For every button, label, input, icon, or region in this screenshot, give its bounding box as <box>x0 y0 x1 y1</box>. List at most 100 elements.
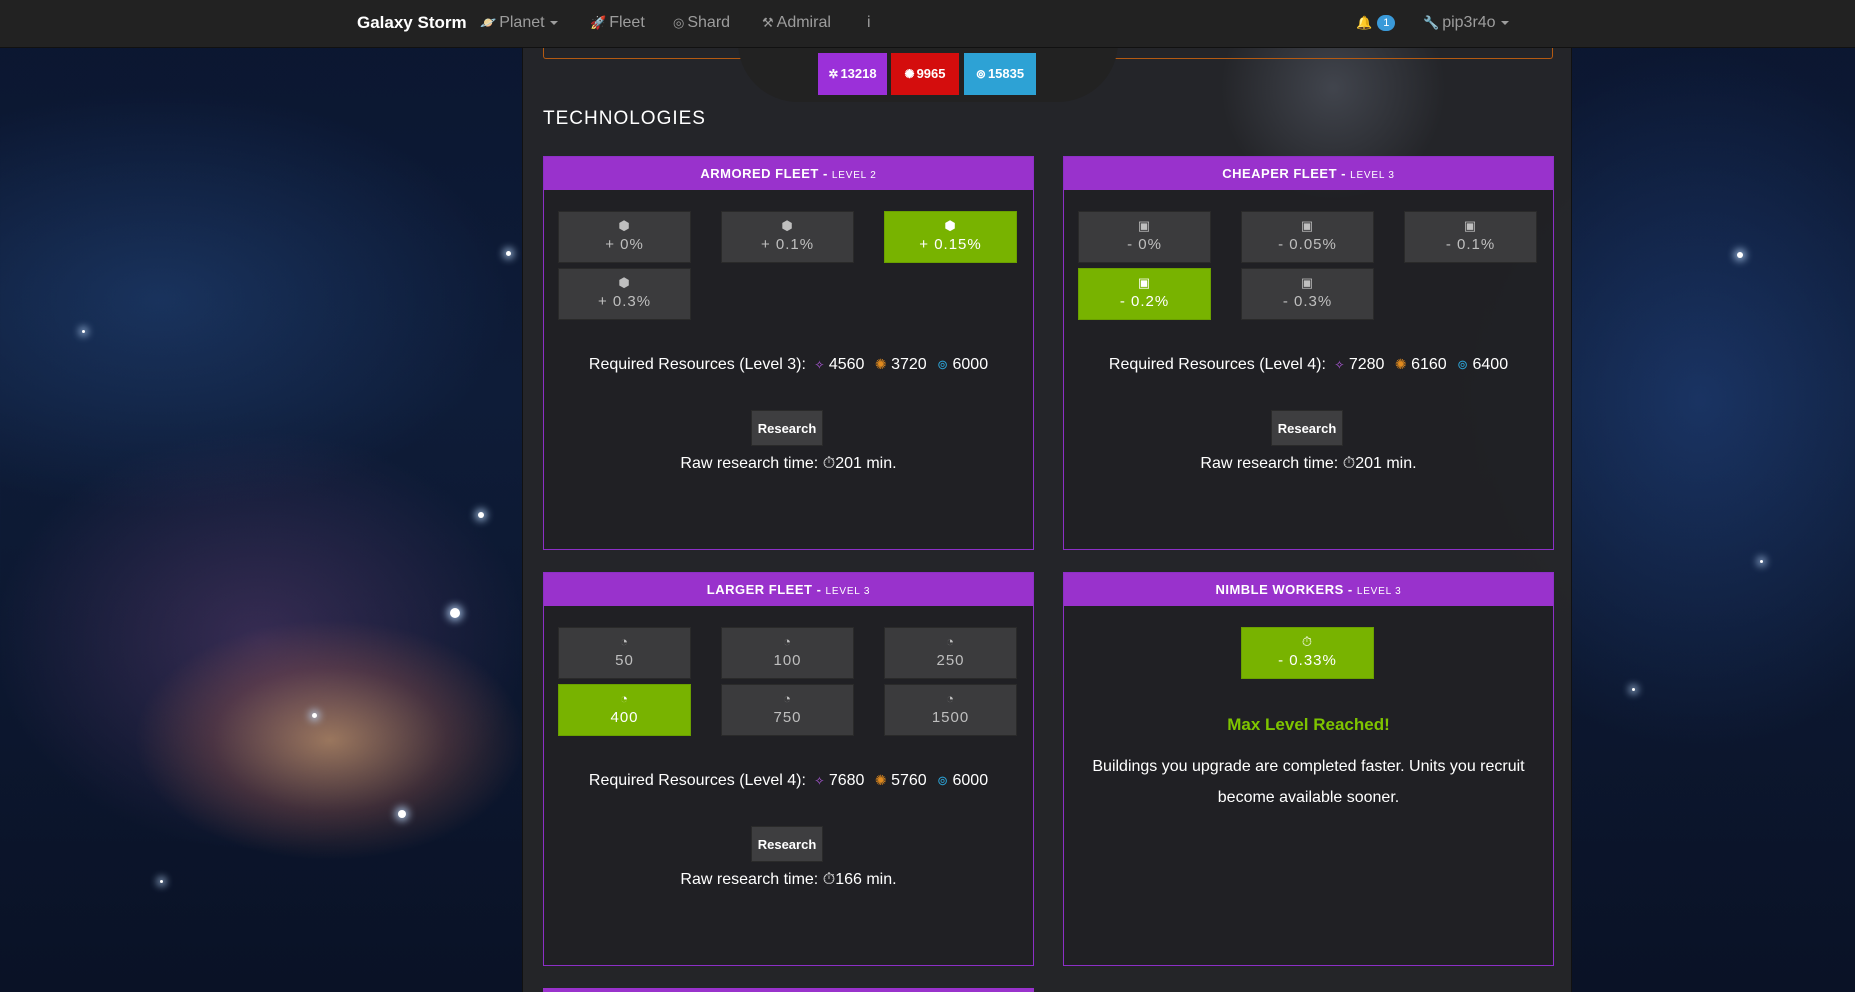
required-resources: Required Resources (Level 4): ✧ 7680 ✺ 5… <box>544 772 1033 790</box>
main-content: TECHNOLOGIES ARMORED FLEET - LEVEL 2 ⬢ + … <box>522 48 1572 992</box>
star <box>478 512 484 518</box>
card-header: NIMBLE WORKERS - LEVEL 3 <box>1064 573 1553 606</box>
crystal-icon: ✲ <box>828 67 839 81</box>
wrench-icon: 🔧 <box>1423 15 1440 30</box>
option-value: - 0.2% <box>1119 293 1170 310</box>
gas-cost: 6000 <box>952 772 989 789</box>
gas-icon: ⊚ <box>937 357 949 372</box>
star <box>82 330 85 333</box>
info-icon[interactable]: i <box>867 0 871 46</box>
star <box>450 608 460 618</box>
option-button[interactable]: ◔ 250 <box>884 627 1017 679</box>
option-value: 750 <box>773 709 802 726</box>
time-value: 201 min. <box>835 455 897 472</box>
metal-resource: ✺ 9965 <box>891 53 959 95</box>
nav-shard[interactable]: ◎ Shard <box>673 0 730 46</box>
option-button[interactable]: ⬢ + 0.3% <box>558 268 691 320</box>
brand-link[interactable]: Galaxy Storm <box>357 0 467 46</box>
tech-card-cheaper-fleet: CHEAPER FLEET - LEVEL 3 ▣ - 0% ▣ - 0.05% ▣… <box>1063 156 1554 550</box>
option-button[interactable]: ▣ - 0.1% <box>1404 211 1537 263</box>
option-button[interactable]: ◔ 50 <box>558 627 691 679</box>
card-header: ARMORED FLEET - LEVEL 2 <box>544 157 1033 190</box>
research-button[interactable]: Research <box>751 410 823 446</box>
star <box>506 251 511 256</box>
option-button-active[interactable]: ◔ 400 <box>558 684 691 736</box>
money-icon: ▣ <box>1137 218 1152 233</box>
card-title: LARGER FLEET <box>706 582 813 597</box>
stopwatch-icon: ⏱ <box>1342 455 1356 472</box>
metal-amount: 9965 <box>916 66 946 81</box>
option-button-active[interactable]: ⏱ - 0.33% <box>1241 627 1374 679</box>
gas-icon: ⊚ <box>1457 357 1469 372</box>
option-button[interactable]: ▣ - 0% <box>1078 211 1211 263</box>
required-label: Required Resources (Level 4): <box>588 772 806 789</box>
star <box>160 880 163 883</box>
option-button[interactable]: ⬢ + 0% <box>558 211 691 263</box>
crystal-icon: ✧ <box>814 358 825 372</box>
notifications-button[interactable]: 🔔 1 <box>1356 0 1396 46</box>
gas-amount: 15835 <box>987 66 1025 81</box>
time-value: 201 min. <box>1355 455 1417 472</box>
money-icon: ▣ <box>1300 275 1315 290</box>
metal-cost: 5760 <box>891 772 927 789</box>
max-level-text: Max Level Reached! <box>1227 715 1390 734</box>
next-card-header <box>543 988 1034 992</box>
option-value: - 0.33% <box>1278 652 1337 669</box>
metal-icon: ✺ <box>874 772 887 788</box>
option-button[interactable]: ▣ - 0.3% <box>1241 268 1374 320</box>
crystal-cost: 4560 <box>828 356 865 373</box>
money-icon: ▣ <box>1300 218 1315 233</box>
option-button-active[interactable]: ⬢ + 0.15% <box>884 211 1017 263</box>
option-button[interactable]: ◔ 750 <box>721 684 854 736</box>
tools-icon: ⚒ <box>762 15 774 30</box>
option-button[interactable]: ▣ - 0.05% <box>1241 211 1374 263</box>
gas-cost: 6000 <box>952 356 989 373</box>
time-label: Raw research time: <box>680 871 819 888</box>
option-value: - 0.05% <box>1278 236 1337 253</box>
gas-icon: ⊚ <box>975 67 986 81</box>
research-time: Raw research time: ⏱201 min. <box>1064 455 1553 473</box>
research-button[interactable]: Research <box>751 826 823 862</box>
gas-cost: 6400 <box>1472 356 1509 373</box>
card-level: LEVEL 3 <box>1350 170 1395 181</box>
option-button-active[interactable]: ▣ - 0.2% <box>1078 268 1211 320</box>
cube-icon: ⬢ <box>944 218 957 233</box>
user-menu[interactable]: 🔧 pip3r4o <box>1423 0 1509 46</box>
gauge-icon: ◔ <box>620 634 629 649</box>
option-value: 50 <box>615 652 634 669</box>
metal-icon: ✺ <box>1394 356 1407 372</box>
star <box>1737 252 1743 258</box>
nav-admiral[interactable]: ⚒ Admiral <box>762 0 831 46</box>
nav-planet-label: Planet <box>499 14 545 31</box>
rocket-icon: 🚀 <box>590 15 607 30</box>
option-button[interactable]: ◔ 1500 <box>884 684 1017 736</box>
time-value: 166 min. <box>835 871 897 888</box>
caret-down-icon <box>549 20 558 25</box>
required-resources: Required Resources (Level 3): ✧ 4560 ✺ 3… <box>544 356 1033 374</box>
crystal-icon: ✧ <box>814 774 825 788</box>
time-label: Raw research time: <box>680 455 819 472</box>
money-icon: ▣ <box>1463 218 1478 233</box>
nav-fleet[interactable]: 🚀 Fleet <box>590 0 645 46</box>
gauge-icon: ◔ <box>620 691 629 706</box>
research-button[interactable]: Research <box>1271 410 1343 446</box>
research-time: Raw research time: ⏱166 min. <box>544 871 1033 889</box>
option-button[interactable]: ◔ 100 <box>721 627 854 679</box>
option-value: 400 <box>610 709 639 726</box>
option-button[interactable]: ⬢ + 0.1% <box>721 211 854 263</box>
option-value: + 0.3% <box>597 293 652 310</box>
notification-count-badge: 1 <box>1377 14 1396 31</box>
crystal-icon: ✧ <box>1334 358 1345 372</box>
username: pip3r4o <box>1442 14 1496 31</box>
research-time: Raw research time: ⏱201 min. <box>544 455 1033 473</box>
stopwatch-icon: ⏱ <box>822 455 836 472</box>
resources-bar: ✲ 13218 ✺ 9965 ⊚ 15835 <box>738 40 1118 102</box>
crystal-amount: 13218 <box>840 66 877 81</box>
tech-card-armored-fleet: ARMORED FLEET - LEVEL 2 ⬢ + 0% ⬢ + 0.1% ⬢ +… <box>543 156 1034 550</box>
nav-admiral-label: Admiral <box>776 14 831 31</box>
bell-icon: 🔔 <box>1356 15 1373 30</box>
nav-planet[interactable]: 🪐 Planet <box>480 0 558 46</box>
metal-cost: 3720 <box>891 356 927 373</box>
crystal-cost: 7680 <box>828 772 865 789</box>
gauge-icon: ◔ <box>946 691 955 706</box>
